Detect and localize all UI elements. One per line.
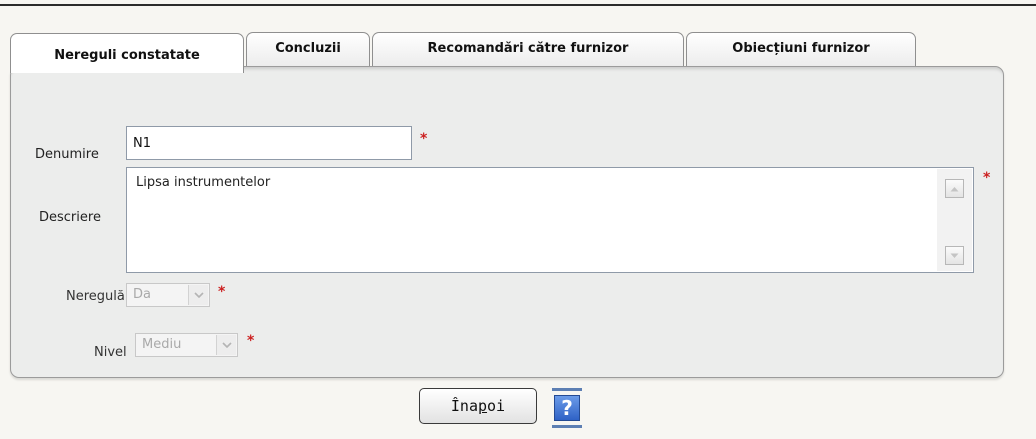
help-bottom-bar xyxy=(552,425,582,428)
nivel-label: Nivel xyxy=(94,345,127,360)
tab-label: Nereguli constatate xyxy=(54,48,200,63)
back-label-pre: Îna xyxy=(450,397,478,415)
neregula-value: Da xyxy=(133,287,151,302)
scroll-up-arrow-icon xyxy=(950,186,959,191)
tab-concluzii[interactable]: Concluzii xyxy=(246,32,370,68)
tab-label: Concluzii xyxy=(275,41,341,56)
descriere-textarea[interactable]: Lipsa instrumentelor xyxy=(126,167,974,273)
tab-nereguli-constatate[interactable]: Nereguli constatate xyxy=(10,33,244,73)
denumire-required-mark: * xyxy=(420,131,428,147)
neregula-required-mark: * xyxy=(218,284,226,300)
nivel-required-mark: * xyxy=(247,333,255,349)
help-button[interactable]: ? xyxy=(552,385,582,431)
scroll-down-arrow-icon xyxy=(950,253,959,258)
nivel-select[interactable]: Mediu xyxy=(135,333,238,357)
descriere-label: Descriere xyxy=(39,210,101,225)
scroll-up-button[interactable] xyxy=(945,179,964,198)
neregula-label: Neregulă xyxy=(66,289,125,304)
tab-recomandari-furnizor[interactable]: Recomandări către furnizor xyxy=(372,32,684,68)
descriere-scrollbar[interactable] xyxy=(937,169,972,271)
top-divider xyxy=(0,4,1036,6)
descriere-required-mark: * xyxy=(983,170,991,186)
help-top-bar xyxy=(552,388,582,391)
tab-label: Recomandări către furnizor xyxy=(427,41,629,56)
back-label-mnemonic: p xyxy=(478,397,488,415)
neregula-select[interactable]: Da xyxy=(126,283,210,307)
tab-obiectiuni-furnizor[interactable]: Obiecțiuni furnizor xyxy=(686,32,916,68)
back-button[interactable]: Îna p oi xyxy=(419,388,537,424)
help-question-icon: ? xyxy=(554,395,580,421)
scroll-down-button[interactable] xyxy=(945,246,964,265)
denumire-label: Denumire xyxy=(35,147,99,162)
nivel-value: Mediu xyxy=(142,337,182,352)
chevron-down-icon xyxy=(188,285,208,305)
tab-label: Obiecțiuni furnizor xyxy=(732,41,870,56)
chevron-down-icon xyxy=(216,335,236,355)
denumire-input[interactable] xyxy=(126,126,412,160)
back-label-post: oi xyxy=(487,397,506,415)
descriere-text: Lipsa instrumentelor xyxy=(136,175,271,190)
